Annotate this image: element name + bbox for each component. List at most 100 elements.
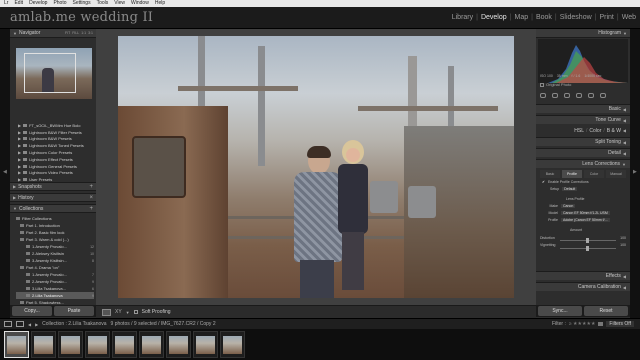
paste-button[interactable]: Paste <box>54 306 94 316</box>
collection-item[interactable]: 3.Arsenty Kisiltsin... 8 <box>16 257 94 264</box>
os-menu-item[interactable]: Help <box>155 0 165 7</box>
hsl-tab[interactable]: HSL <box>574 128 584 134</box>
collection-item[interactable]: Part 3. Warm & cold (...) <box>16 236 94 243</box>
filmstrip-thumbnail[interactable] <box>85 331 110 358</box>
add-snapshot-icon[interactable]: + <box>89 184 93 190</box>
zoom-fit[interactable]: FIT <box>65 31 70 35</box>
lens-tab-color[interactable]: Color <box>584 170 604 178</box>
module-print[interactable]: Print <box>599 14 613 21</box>
spot-removal-icon[interactable] <box>552 92 558 98</box>
os-menu-item[interactable]: Lr <box>4 0 8 7</box>
module-develop[interactable]: Develop <box>481 14 507 21</box>
histogram-header[interactable]: Histogram ▼ <box>536 29 630 38</box>
snapshots-header[interactable]: ▶ Snapshots + <box>10 182 96 191</box>
rating-filter-stars[interactable]: ≥ ★★★★★ <box>569 321 596 327</box>
lens-tab-manual[interactable]: Manual <box>606 170 626 178</box>
collection-item[interactable]: 1.Arsenty Provalo... 12 <box>16 243 94 250</box>
distortion-slider[interactable] <box>560 238 616 243</box>
collection-item[interactable]: Part 2. Basic film look <box>16 229 94 236</box>
zoom-fill[interactable]: FILL <box>72 31 79 35</box>
detail-section[interactable]: Detail ◀ <box>536 148 630 157</box>
setup-select[interactable]: Default <box>562 187 578 191</box>
vignetting-value[interactable]: 100 <box>620 243 626 247</box>
checkmark-icon[interactable]: ✔ <box>542 180 545 184</box>
profile-select[interactable]: Adobe (Canon EF 50mm f/... <box>561 218 610 222</box>
color-tab[interactable]: Color <box>589 128 601 134</box>
filmstrip-thumbnail[interactable] <box>58 331 83 358</box>
module-slideshow[interactable]: Slideshow <box>560 14 592 21</box>
os-menu-item[interactable]: Photo <box>53 0 66 7</box>
preset-folder[interactable]: ▶ Lightroom B&W Filter Presets <box>16 129 92 136</box>
lens-tab-basic[interactable]: Basic <box>540 170 560 178</box>
add-collection-icon[interactable]: + <box>89 206 93 212</box>
left-edge-toggle[interactable]: ◀ <box>0 29 10 318</box>
effects-section[interactable]: Effects ◀ <box>536 271 630 280</box>
main-photo[interactable] <box>118 36 514 298</box>
module-book[interactable]: Book <box>536 14 552 21</box>
navigator-header[interactable]: ▼ Navigator FIT FILL 1:1 3:1 <box>10 29 96 38</box>
filmstrip-thumbnail[interactable] <box>193 331 218 358</box>
collection-item[interactable]: 1.Arsenty Provalo... 7 <box>16 271 94 278</box>
lens-corrections-section[interactable]: Lens Corrections ▼ <box>536 159 630 168</box>
preset-folder[interactable]: ▶ Lightroom B&W Toned Presets <box>16 142 92 149</box>
triangle-down-icon[interactable]: ▼ <box>126 310 130 315</box>
triangle-left-icon[interactable]: ◀ <box>28 322 31 327</box>
os-menu-item[interactable]: Edit <box>14 0 23 7</box>
color-filter-icon[interactable] <box>598 322 604 326</box>
copy-button[interactable]: Copy... <box>12 306 52 316</box>
history-header[interactable]: ▶ History × <box>10 193 96 202</box>
model-select[interactable]: Canon EF 50mm f/1.2L USM <box>561 211 610 215</box>
distortion-value[interactable]: 100 <box>620 236 626 240</box>
basic-section[interactable]: Basic ◀ <box>536 104 630 113</box>
preset-folder[interactable]: ▶ Lightroom B&W Presets <box>16 136 92 143</box>
preset-folder[interactable]: ▶ Lightroom Color Presets <box>16 149 92 156</box>
preset-folder[interactable]: ▶ Lightroom Effect Presets <box>16 156 92 163</box>
graduated-filter-icon[interactable] <box>576 92 582 98</box>
filmstrip-thumbnail[interactable] <box>166 331 191 358</box>
zoom-3-1[interactable]: 3:1 <box>88 31 93 35</box>
collection-item-selected[interactable]: 2.Lilia Tsakanova 9 <box>16 292 94 299</box>
adjustment-brush-icon[interactable] <box>600 92 606 98</box>
sync-button[interactable]: Sync... <box>538 306 582 316</box>
original-photo-checkbox[interactable] <box>540 82 544 87</box>
vignetting-slider-knob[interactable] <box>586 246 589 251</box>
reset-button[interactable]: Reset <box>584 306 628 316</box>
filmstrip-source[interactable]: Collection : 2.Lilia Tsakanova <box>42 321 106 327</box>
crop-icon[interactable] <box>540 92 546 98</box>
os-menu-item[interactable]: Develop <box>29 0 47 7</box>
preset-folder[interactable]: ▶ FT_sOCIL_BWMm Hue Bolo <box>16 122 92 129</box>
os-menu-item[interactable]: Window <box>131 0 149 7</box>
collection-item[interactable]: 3.Lilia Tsakanova... 6 <box>16 285 94 292</box>
filmstrip-thumbnail[interactable] <box>4 331 29 358</box>
main-window-icon[interactable] <box>4 321 12 327</box>
enable-profile-row[interactable]: ✔ Enable Profile Corrections <box>542 180 589 184</box>
collection-item[interactable]: 2.Aleksey Kisiltsin 10 <box>16 250 94 257</box>
zoom-1-1[interactable]: 1:1 <box>81 31 86 35</box>
second-window-icon[interactable] <box>16 321 24 327</box>
filmstrip-thumbnail[interactable] <box>112 331 137 358</box>
loupe-view-icon[interactable] <box>102 308 111 316</box>
vignetting-slider[interactable] <box>560 246 616 251</box>
before-after-toggle[interactable]: XY <box>115 309 122 315</box>
filmstrip-thumbnail[interactable] <box>31 331 56 358</box>
preset-folder[interactable]: ▶ Lightroom General Presets <box>16 163 92 170</box>
filmstrip-thumbnail[interactable] <box>139 331 164 358</box>
module-map[interactable]: Map <box>514 14 528 21</box>
camera-calibration-section[interactable]: Camera Calibration ◀ <box>536 282 630 291</box>
red-eye-icon[interactable] <box>564 92 570 98</box>
hsl-section[interactable]: HSL / Color / B & W ◀ <box>536 126 630 135</box>
preset-folder[interactable]: ▶ Lightroom Video Presets <box>16 170 92 177</box>
bw-tab[interactable]: B & W <box>607 128 621 134</box>
collection-item[interactable]: Part 1. Introduction <box>16 222 94 229</box>
right-edge-toggle[interactable]: ▶ <box>630 29 640 318</box>
module-library[interactable]: Library <box>452 14 473 21</box>
module-web[interactable]: Web <box>622 14 636 21</box>
os-menu-item[interactable]: View <box>114 0 125 7</box>
collection-item[interactable]: Filter Collections <box>16 215 94 222</box>
os-menu-item[interactable]: Settings <box>73 0 91 7</box>
radial-filter-icon[interactable] <box>588 92 594 98</box>
original-photo-row[interactable]: Original Photo <box>540 82 571 87</box>
collection-item[interactable]: 2.Arsenty Provalo... 9 <box>16 278 94 285</box>
tone-curve-section[interactable]: Tone Curve ◀ <box>536 115 630 124</box>
lens-tab-profile[interactable]: Profile <box>562 170 582 178</box>
